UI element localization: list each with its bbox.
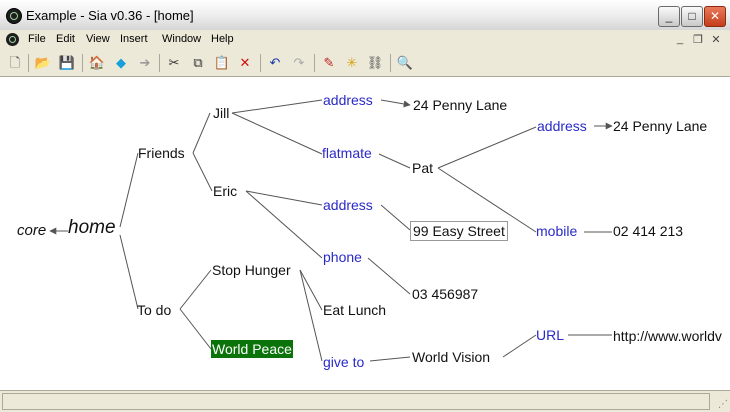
- edge-address-pennylane: [380, 99, 411, 108]
- relation-mobile[interactable]: mobile: [536, 222, 577, 240]
- delete-icon[interactable]: ✕: [236, 54, 254, 72]
- menu-help[interactable]: Help: [211, 33, 234, 45]
- node-jill[interactable]: Jill: [213, 104, 229, 122]
- edge-todo-worldpeace: [179, 308, 212, 350]
- node-core[interactable]: core: [17, 222, 46, 240]
- menu-bar: File Edit View Insert Window Help _ ❐ ✕: [0, 30, 730, 50]
- relation-url[interactable]: URL: [536, 326, 564, 344]
- edge-friends-jill: [192, 112, 211, 154]
- edge-worldvision-url: [502, 334, 537, 358]
- edge-eric-address: [245, 190, 323, 206]
- node-pat[interactable]: Pat: [412, 159, 433, 177]
- edge-stophunger-eatlunch: [299, 269, 323, 311]
- node-eat-lunch[interactable]: Eat Lunch: [323, 301, 386, 319]
- toolbar-separator: [390, 54, 391, 72]
- save-icon[interactable]: 💾: [58, 54, 76, 72]
- home-icon[interactable]: 🏠: [88, 54, 106, 72]
- node-home[interactable]: home: [68, 218, 116, 237]
- undo-icon[interactable]: ↶: [266, 54, 284, 72]
- back-icon[interactable]: ◆: [112, 54, 130, 72]
- edge-jill-flatmate: [231, 112, 323, 155]
- window-title: Example - Sia v0.36 - [home]: [26, 8, 194, 23]
- relation-give-to[interactable]: give to: [323, 353, 364, 371]
- edge-stophunger-giveto: [299, 269, 323, 362]
- open-folder-icon[interactable]: 📂: [34, 54, 52, 72]
- edge-phone-number: [367, 257, 411, 295]
- status-bar: ⋰: [0, 390, 730, 412]
- edge-home-todo: [119, 234, 139, 310]
- node-eric[interactable]: Eric: [213, 182, 237, 200]
- status-pane: [2, 393, 710, 410]
- edge-eric-phone: [245, 190, 323, 259]
- close-button[interactable]: ✕: [704, 6, 726, 27]
- menu-edit[interactable]: Edit: [56, 33, 75, 45]
- relation-flatmate[interactable]: flatmate: [322, 144, 372, 162]
- edge-friends-eric: [192, 152, 213, 192]
- minimize-button[interactable]: _: [658, 6, 680, 27]
- menu-file[interactable]: File: [28, 33, 46, 45]
- node-todo[interactable]: To do: [137, 301, 171, 319]
- cut-icon[interactable]: ✂: [165, 54, 183, 72]
- document-minimize-button[interactable]: _: [673, 33, 687, 45]
- toolbar: 🗋 📂 💾 🏠 ◆ ➔ ✂ ⧉ 📋 ✕ ↶ ↷ ✎ ✳ ⛓ 🔍: [0, 50, 730, 77]
- graph-canvas[interactable]: core home Friends To do Jill Eric Stop H…: [0, 77, 730, 390]
- relation-jill-address[interactable]: address: [323, 91, 373, 109]
- edge-flatmate-pat: [378, 153, 411, 169]
- node-friends[interactable]: Friends: [138, 144, 185, 162]
- new-node-icon[interactable]: ✳: [343, 54, 361, 72]
- toolbar-separator: [82, 54, 83, 72]
- toolbar-separator: [28, 54, 29, 72]
- menu-window[interactable]: Window: [162, 33, 201, 45]
- relation-eric-address[interactable]: address: [323, 196, 373, 214]
- node-phone-number[interactable]: 03 456987: [412, 285, 478, 303]
- edge-todo-stophunger: [179, 269, 212, 310]
- edge-pat-address: [437, 126, 537, 169]
- document-restore-button[interactable]: ❐: [691, 33, 705, 46]
- forward-icon[interactable]: ➔: [136, 54, 154, 72]
- sia-app-icon[interactable]: [6, 8, 22, 24]
- node-stop-hunger[interactable]: Stop Hunger: [212, 261, 291, 279]
- node-99-easy-street[interactable]: 99 Easy Street: [410, 221, 508, 241]
- find-binoculars-icon[interactable]: 🔍: [396, 54, 414, 72]
- menu-view[interactable]: View: [86, 33, 110, 45]
- toolbar-separator: [314, 54, 315, 72]
- node-mobile-number[interactable]: 02 414 213: [613, 222, 683, 240]
- edge-ericaddress-easystreet: [380, 204, 411, 231]
- node-world-vision[interactable]: World Vision: [412, 348, 490, 366]
- resize-grip-icon[interactable]: ⋰: [718, 399, 728, 410]
- relation-pat-address[interactable]: address: [537, 117, 587, 135]
- node-world-peace[interactable]: World Peace: [211, 340, 293, 358]
- relation-phone[interactable]: phone: [323, 248, 362, 266]
- node-24-penny-lane[interactable]: 24 Penny Lane: [413, 96, 507, 114]
- toolbar-separator: [260, 54, 261, 72]
- toolbar-separator: [159, 54, 160, 72]
- edge-giveto-worldvision: [369, 356, 411, 362]
- redo-icon[interactable]: ↷: [290, 54, 308, 72]
- title-bar[interactable]: Example - Sia v0.36 - [home] _ □ ✕: [0, 0, 730, 31]
- document-icon[interactable]: [6, 33, 19, 46]
- copy-icon[interactable]: ⧉: [189, 54, 207, 72]
- edge-jill-address: [231, 99, 323, 114]
- paste-icon[interactable]: 📋: [213, 54, 231, 72]
- node-url-value[interactable]: http://www.worldv: [613, 327, 722, 345]
- app-window: Example - Sia v0.36 - [home] _ □ ✕ File …: [0, 0, 730, 412]
- link-icon[interactable]: ⛓: [366, 54, 384, 72]
- maximize-button[interactable]: □: [681, 6, 703, 27]
- new-file-icon[interactable]: 🗋: [6, 54, 24, 72]
- edit-pencil-icon[interactable]: ✎: [320, 54, 338, 72]
- document-close-button[interactable]: ✕: [709, 33, 723, 46]
- menu-insert[interactable]: Insert: [120, 33, 148, 45]
- node-24-penny-lane-pat[interactable]: 24 Penny Lane: [613, 117, 707, 135]
- edge-home-friends: [119, 152, 139, 228]
